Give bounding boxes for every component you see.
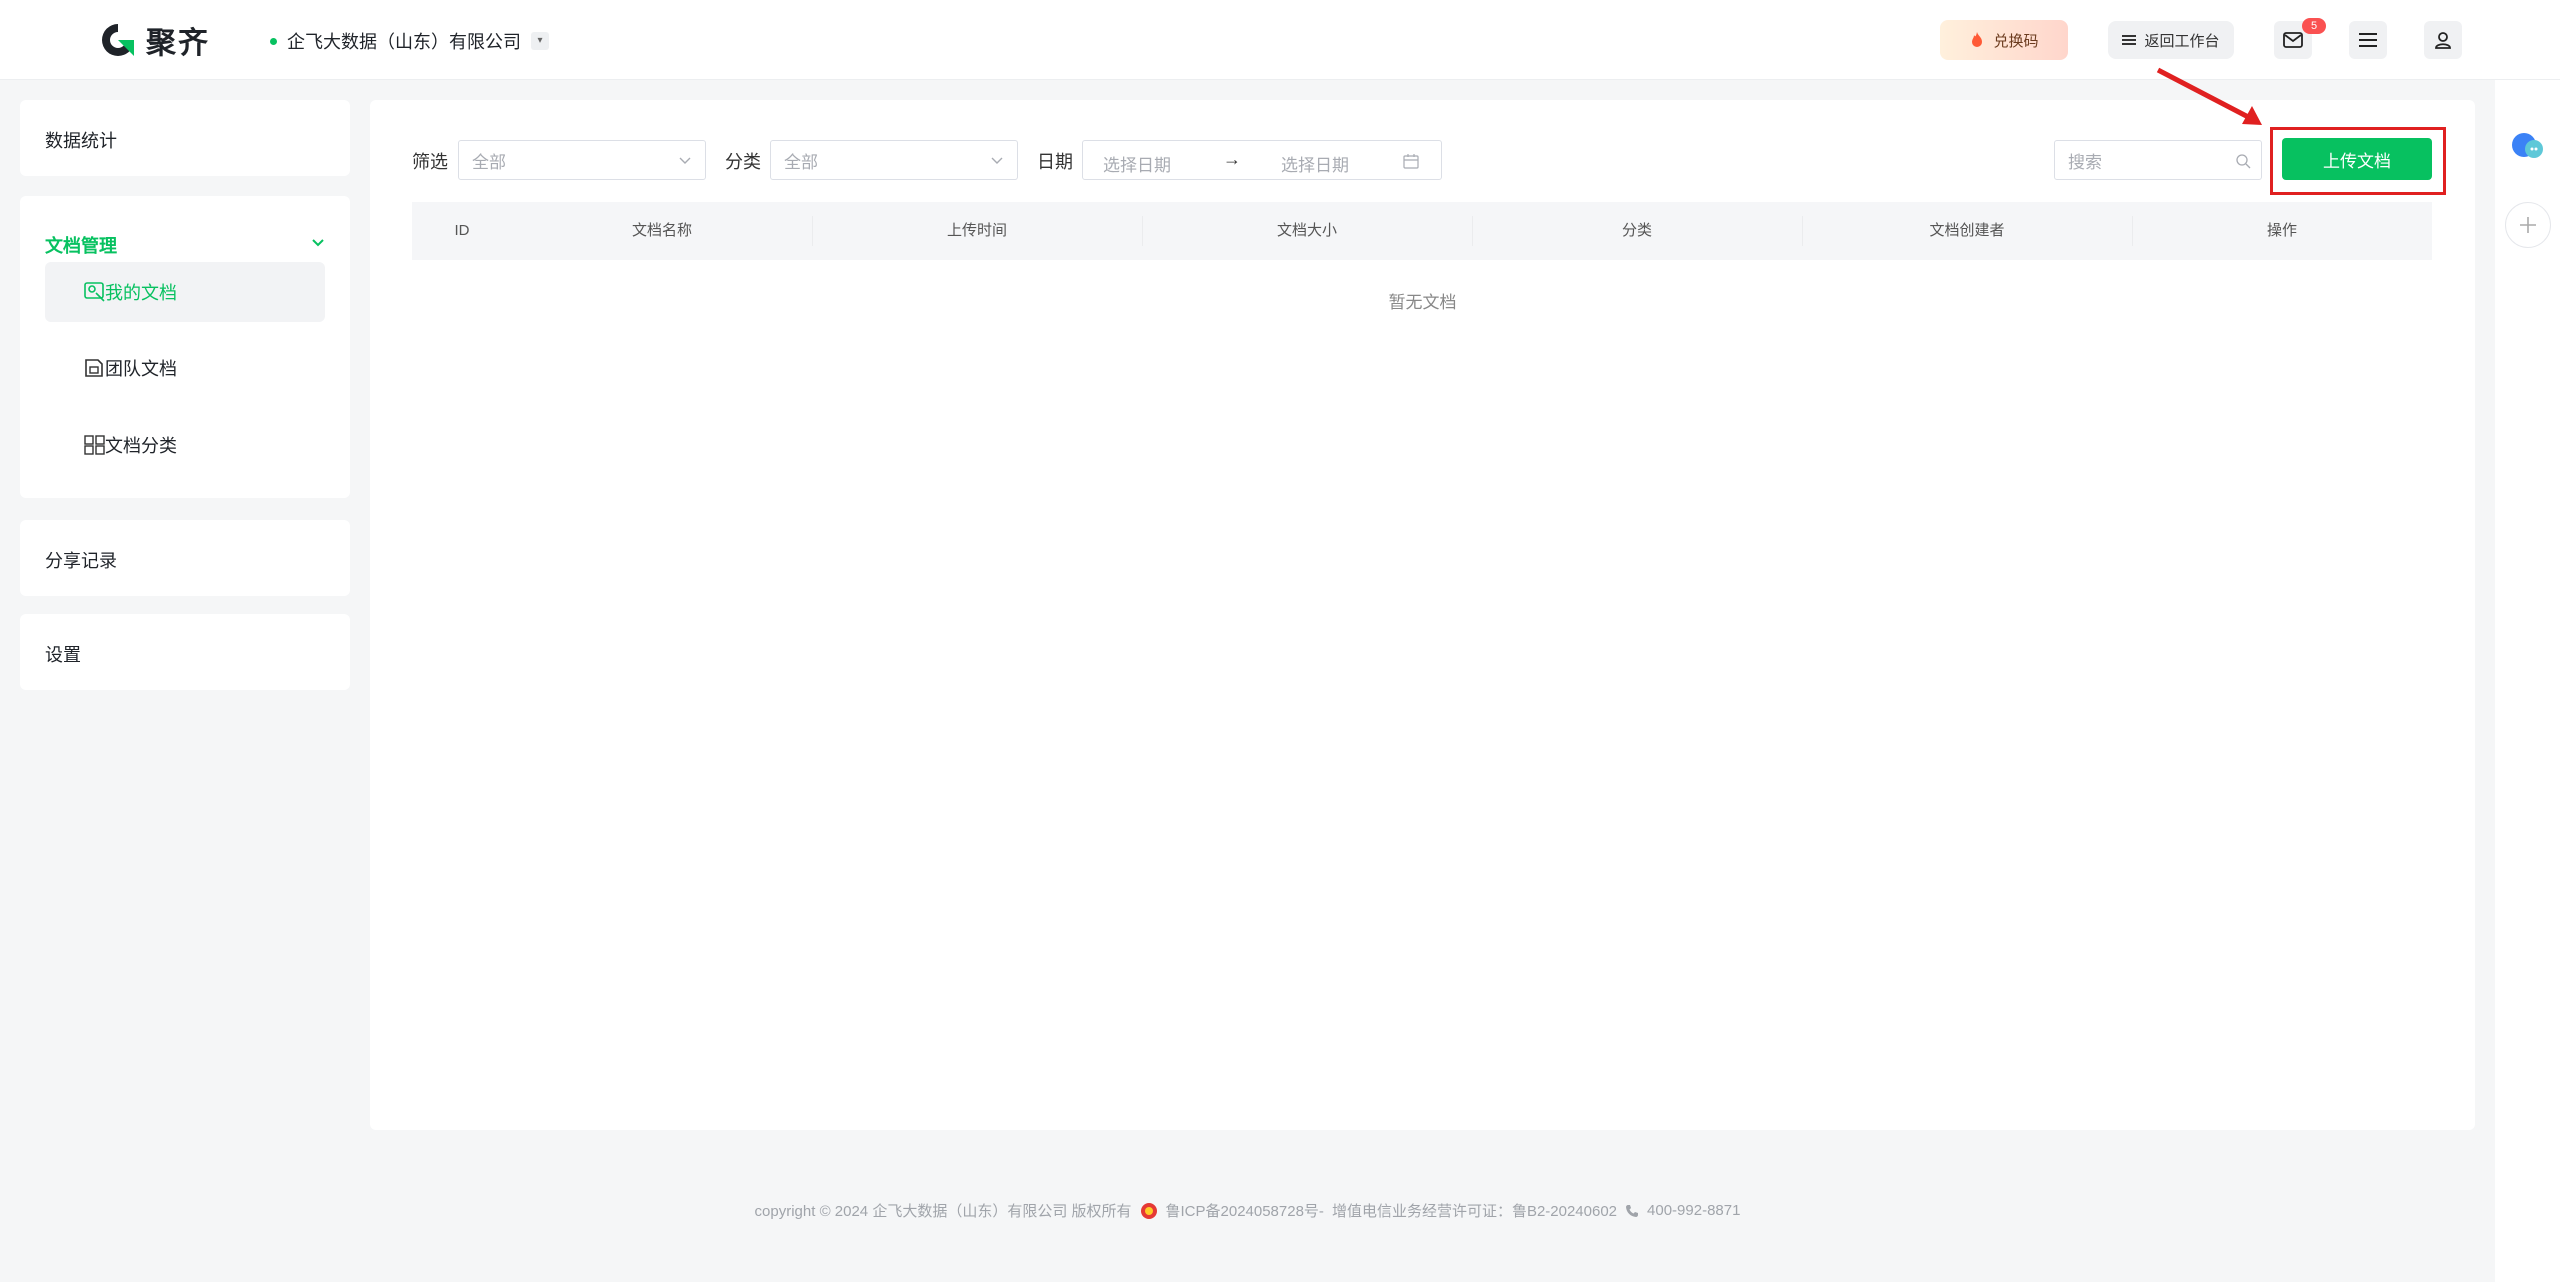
fire-icon	[1972, 32, 1983, 47]
right-rail	[2495, 80, 2560, 1282]
redeem-code-button[interactable]: 兑换码	[1940, 20, 2068, 60]
doc-categories-label: 文档分类	[105, 436, 177, 456]
column-header-size: 文档大小	[1276, 222, 1337, 239]
filter-label: 筛选	[412, 152, 448, 172]
sidebar-item-stats[interactable]: 数据统计	[20, 100, 350, 176]
date-label: 日期	[1037, 152, 1073, 172]
column-header-name: 文档名称	[631, 222, 692, 239]
chevron-down-icon	[679, 157, 691, 164]
sidebar-item-settings[interactable]: 设置	[20, 614, 350, 690]
status-dot	[270, 37, 277, 45]
team-docs-label: 团队文档	[105, 359, 177, 379]
date-range-picker[interactable]: 选择日期 → 选择日期	[1082, 140, 1442, 180]
menu-button[interactable]	[2349, 21, 2387, 59]
search-input[interactable]: 搜索	[2054, 140, 2262, 180]
sidebar-item-team-docs[interactable]: 团队文档	[45, 338, 325, 398]
upload-document-button[interactable]: 上传文档	[2282, 138, 2432, 180]
category-select[interactable]: 全部	[770, 140, 1018, 180]
plus-icon	[2520, 217, 2536, 233]
mail-badge: 5	[2302, 18, 2326, 34]
start-date-input[interactable]: 选择日期	[1103, 151, 1171, 176]
category-value: 全部	[784, 152, 818, 172]
filter-select[interactable]: 全部	[458, 140, 706, 180]
sidebar-item-share-records[interactable]: 分享记录	[20, 520, 350, 596]
mail-icon	[2283, 32, 2303, 48]
logo-icon	[102, 24, 134, 56]
chevron-down-icon[interactable]	[311, 236, 325, 250]
grid-icon	[84, 435, 105, 455]
column-header-id: ID	[454, 222, 470, 239]
list-icon	[2122, 35, 2137, 45]
stats-label: 数据统计	[45, 131, 117, 151]
search-icon	[2236, 154, 2251, 169]
sidebar-item-my-docs[interactable]: 我的文档	[45, 262, 325, 322]
back-to-workbench-button[interactable]: 返回工作台	[2108, 21, 2234, 59]
menu-icon	[2359, 33, 2377, 47]
user-button[interactable]	[2424, 21, 2462, 59]
chevron-down-icon	[991, 157, 1003, 164]
end-date-input[interactable]: 选择日期	[1281, 151, 1349, 176]
empty-state-text: 暂无文档	[1388, 293, 1457, 312]
chat-assistant-button[interactable]	[2505, 124, 2551, 170]
calendar-icon	[1403, 154, 1419, 169]
footer: copyright © 2024 企飞大数据（山东）有限公司 版权所有 鲁ICP…	[0, 1200, 2495, 1221]
redeem-label: 兑换码	[1993, 32, 2039, 50]
search-placeholder: 搜索	[2068, 152, 2102, 172]
settings-label: 设置	[45, 645, 81, 665]
range-arrow: →	[1223, 149, 1241, 169]
icp-link[interactable]: 鲁ICP备2024058728号-	[1166, 1200, 1324, 1221]
copyright-text: copyright © 2024 企飞大数据（山东）有限公司 版权所有	[754, 1203, 1132, 1220]
company-name: 企飞大数据（山东）有限公司	[287, 32, 521, 52]
user-icon	[2435, 32, 2451, 49]
column-header-upload-time: 上传时间	[946, 222, 1007, 239]
sidebar-item-doc-categories[interactable]: 文档分类	[45, 415, 325, 475]
phone-icon	[1626, 1204, 1639, 1217]
column-header-creator: 文档创建者	[1929, 222, 2005, 239]
filter-value: 全部	[472, 152, 506, 172]
main-panel: 筛选 全部 分类 全部 日期 选择日期 → 选择日期 搜索 上传文档 ID 文档…	[370, 100, 2475, 1130]
company-switcher[interactable]: 企飞大数据（山东）有限公司 ▾	[270, 28, 549, 54]
phone-number: 400-992-8871	[1647, 1202, 1741, 1219]
my-docs-icon	[84, 282, 105, 302]
share-records-label: 分享记录	[45, 551, 117, 571]
license-text: 增值电信业务经营许可证：鲁B2-20240602	[1331, 1203, 1618, 1220]
workbench-label: 返回工作台	[2144, 32, 2220, 50]
police-badge-icon	[1140, 1202, 1157, 1219]
app-name: 聚齐	[146, 27, 210, 60]
caret-down-icon[interactable]: ▾	[531, 32, 549, 50]
doc-management-group: 文档管理 我的文档 团队文档 文档分类	[20, 196, 350, 498]
annotation-arrow-icon	[2156, 67, 2262, 125]
team-docs-icon	[85, 359, 103, 377]
logo[interactable]: 聚齐	[98, 18, 210, 62]
doc-management-label[interactable]: 文档管理	[45, 232, 117, 258]
table-header: ID 文档名称 上传时间 文档大小 分类 文档创建者 操作	[412, 202, 2432, 260]
category-label: 分类	[725, 152, 761, 172]
chat-bubble-icon	[2512, 133, 2543, 158]
column-header-actions: 操作	[2266, 222, 2297, 239]
column-header-category: 分类	[1621, 222, 1652, 239]
my-docs-label: 我的文档	[105, 283, 177, 303]
add-button[interactable]	[2505, 202, 2551, 248]
